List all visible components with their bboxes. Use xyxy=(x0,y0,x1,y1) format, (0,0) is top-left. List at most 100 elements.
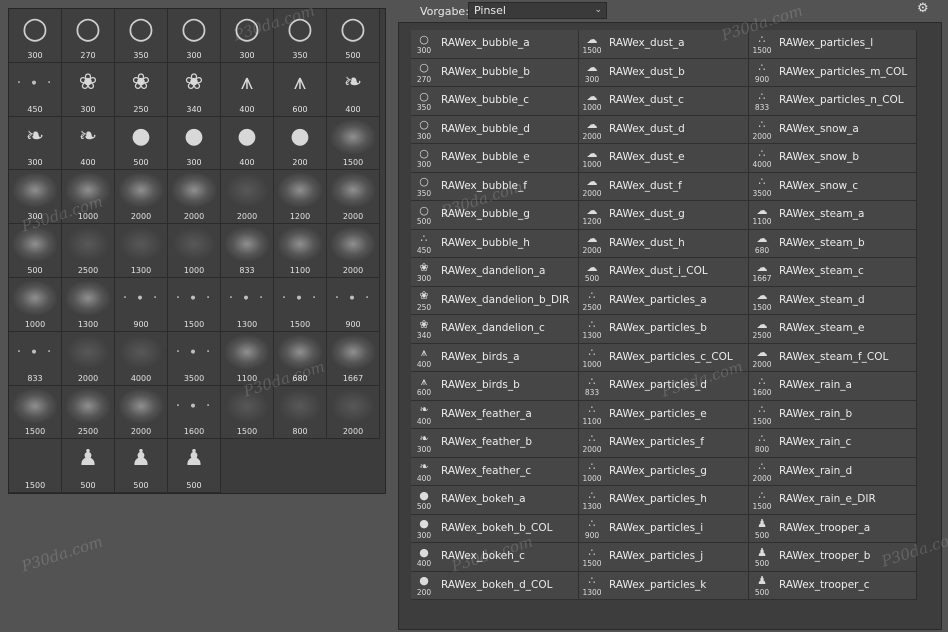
brush-list-item[interactable]: ∴ 833 RAWex_particles_n_COL xyxy=(749,87,917,116)
brush-thumbnail[interactable]: 833 xyxy=(221,224,274,278)
brush-list-item[interactable]: ❧ 400 RAWex_feather_c xyxy=(411,457,579,486)
brush-thumbnail[interactable]: 1100 xyxy=(221,331,274,386)
brush-thumbnail[interactable]: 300 xyxy=(9,170,62,225)
brush-thumbnail[interactable]: ○ 300 xyxy=(221,9,274,63)
brush-list-item[interactable]: ○ 350 RAWex_bubble_c xyxy=(411,87,579,116)
brush-list-item[interactable]: ∴ 2000 RAWex_snow_a xyxy=(749,115,917,144)
brush-thumbnail[interactable]: 1300 xyxy=(115,224,168,278)
brush-thumbnail[interactable]: 2000 xyxy=(115,170,168,225)
brush-list-item[interactable]: ❀ 250 RAWex_dandelion_b_DIR xyxy=(411,286,579,315)
brush-thumbnail[interactable]: 1200 xyxy=(274,170,327,225)
brush-thumbnail[interactable]: · ∙ · 450 xyxy=(9,62,62,117)
brush-thumbnail[interactable]: 1000 xyxy=(168,224,221,278)
brush-thumbnail[interactable]: ● 200 xyxy=(274,116,327,171)
brush-thumbnail[interactable]: ♟ 500 xyxy=(168,439,221,494)
brush-thumbnail[interactable]: 1000 xyxy=(9,277,62,332)
brush-list-item[interactable]: ∴ 1600 RAWex_rain_a xyxy=(749,372,917,401)
brush-thumbnail[interactable]: ❧ 400 xyxy=(327,62,380,117)
brush-thumbnail[interactable]: · ∙ · 833 xyxy=(9,331,62,386)
brush-thumbnail[interactable]: 4000 xyxy=(115,331,168,386)
preset-select[interactable]: Pinsel ⌄ xyxy=(468,2,607,19)
brush-list-item[interactable]: ☁ 1667 RAWex_steam_c xyxy=(749,258,917,287)
brush-list-item[interactable]: ∴ 833 RAWex_particles_d xyxy=(579,372,749,401)
gear-icon[interactable]: ⚙ xyxy=(917,1,929,16)
brush-list-item[interactable]: ☁ 1000 RAWex_dust_c xyxy=(579,87,749,116)
brush-list-item[interactable]: ○ 300 RAWex_bubble_d xyxy=(411,115,579,144)
brush-thumbnail[interactable]: 2500 xyxy=(62,224,115,278)
brush-thumbnail[interactable]: ❧ 400 xyxy=(62,116,115,171)
brush-thumbnail[interactable]: 1500 xyxy=(9,385,62,440)
brush-list-item[interactable]: ⩚ 400 RAWex_birds_a xyxy=(411,343,579,372)
brush-list-item[interactable]: ○ 500 RAWex_bubble_g xyxy=(411,201,579,230)
brush-list-item[interactable]: ♟ 500 RAWex_trooper_b xyxy=(749,543,917,572)
brush-list-item[interactable]: ∴ 1500 RAWex_rain_e_DIR xyxy=(749,486,917,515)
brush-thumbnail[interactable]: ● 300 xyxy=(168,116,221,171)
brush-thumbnail[interactable]: · ∙ · 1500 xyxy=(168,277,221,332)
brush-thumbnail[interactable]: 2000 xyxy=(221,170,274,225)
brush-thumbnail[interactable]: 2000 xyxy=(327,224,380,278)
brush-list-item[interactable]: ⩚ 600 RAWex_birds_b xyxy=(411,372,579,401)
brush-list-item[interactable]: ∴ 1000 RAWex_particles_g xyxy=(579,457,749,486)
brush-list-item[interactable]: ∴ 1300 RAWex_particles_k xyxy=(579,571,749,600)
brush-list-item[interactable]: ∴ 1100 RAWex_particles_e xyxy=(579,400,749,429)
brush-thumbnail[interactable]: 2000 xyxy=(168,170,221,225)
brush-thumbnail[interactable]: 800 xyxy=(274,385,327,440)
brush-list-item[interactable]: ∴ 1300 RAWex_particles_h xyxy=(579,486,749,515)
brush-thumbnail[interactable]: 2000 xyxy=(115,385,168,440)
brush-list-item[interactable]: ● 500 RAWex_bokeh_a xyxy=(411,486,579,515)
brush-thumbnail[interactable]: ♟ 500 xyxy=(115,439,168,494)
brush-thumbnail[interactable]: ❀ 300 xyxy=(62,62,115,117)
brush-thumbnail[interactable]: 1500 xyxy=(327,116,380,171)
brush-list-item[interactable]: ❧ 300 RAWex_feather_b xyxy=(411,429,579,458)
brush-list-item[interactable]: ∴ 2000 RAWex_rain_d xyxy=(749,457,917,486)
brush-list-item[interactable]: ♟ 500 RAWex_trooper_a xyxy=(749,514,917,543)
brush-thumbnail[interactable]: 2000 xyxy=(327,385,380,440)
brush-thumbnail[interactable]: · ∙ · 1600 xyxy=(168,385,221,440)
brush-thumbnail[interactable]: 680 xyxy=(274,331,327,386)
brush-list-item[interactable]: ❀ 300 RAWex_dandelion_a xyxy=(411,258,579,287)
brush-list-item[interactable]: ☁ 1000 RAWex_dust_e xyxy=(579,144,749,173)
brush-list-item[interactable]: ☁ 2000 RAWex_dust_h xyxy=(579,229,749,258)
brush-thumbnail[interactable]: · ∙ · 900 xyxy=(327,277,380,332)
brush-list-item[interactable]: ∴ 1500 RAWex_particles_l xyxy=(749,30,917,59)
brush-thumbnail[interactable]: 1100 xyxy=(274,224,327,278)
brush-list-item[interactable]: ∴ 3500 RAWex_snow_c xyxy=(749,172,917,201)
brush-list-item[interactable]: ∴ 450 RAWex_bubble_h xyxy=(411,229,579,258)
brush-list-item[interactable]: ● 300 RAWex_bokeh_b_COL xyxy=(411,514,579,543)
brush-list-item[interactable]: ● 400 RAWex_bokeh_c xyxy=(411,543,579,572)
brush-list-item[interactable]: ☁ 1500 RAWex_steam_d xyxy=(749,286,917,315)
brush-list-item[interactable]: ∴ 900 RAWex_particles_m_COL xyxy=(749,58,917,87)
brush-thumbnail[interactable]: ○ 270 xyxy=(62,9,115,63)
brush-thumbnail[interactable]: · ∙ · 1300 xyxy=(221,277,274,332)
brush-list-item[interactable]: ☁ 2000 RAWex_steam_f_COL xyxy=(749,343,917,372)
brush-list-item[interactable]: ∴ 1000 RAWex_particles_c_COL xyxy=(579,343,749,372)
brush-list-item[interactable]: ○ 270 RAWex_bubble_b xyxy=(411,58,579,87)
brush-thumbnail[interactable]: ♟ 500 xyxy=(62,439,115,494)
brush-list-item[interactable]: ♟ 500 RAWex_trooper_c xyxy=(749,571,917,600)
brush-thumbnail[interactable]: ○ 300 xyxy=(168,9,221,63)
brush-list-item[interactable]: ∴ 1500 RAWex_particles_j xyxy=(579,543,749,572)
brush-list-item[interactable]: ∴ 2000 RAWex_particles_f xyxy=(579,429,749,458)
brush-thumbnail[interactable]: · ∙ · 3500 xyxy=(168,331,221,386)
brush-list-item[interactable]: ∴ 800 RAWex_rain_c xyxy=(749,429,917,458)
brush-thumbnail[interactable]: · ∙ · 1500 xyxy=(274,277,327,332)
brush-list-item[interactable]: ☁ 1100 RAWex_steam_a xyxy=(749,201,917,230)
brush-list-item[interactable]: ☁ 2000 RAWex_dust_d xyxy=(579,115,749,144)
brush-thumbnail[interactable]: 2000 xyxy=(62,331,115,386)
brush-thumbnail[interactable]: 2500 xyxy=(62,385,115,440)
brush-thumbnail[interactable]: 1667 xyxy=(327,331,380,386)
brush-list-item[interactable]: ○ 350 RAWex_bubble_f xyxy=(411,172,579,201)
brush-list-item[interactable]: ☁ 2000 RAWex_dust_f xyxy=(579,172,749,201)
brush-list-item[interactable]: ☁ 2500 RAWex_steam_e xyxy=(749,315,917,344)
brush-list-item[interactable]: ☁ 680 RAWex_steam_b xyxy=(749,229,917,258)
brush-thumbnail[interactable]: ❀ 250 xyxy=(115,62,168,117)
brush-thumbnail[interactable]: ● 400 xyxy=(221,116,274,171)
brush-list-item[interactable]: ∴ 900 RAWex_particles_i xyxy=(579,514,749,543)
brush-thumbnail[interactable]: ❧ 300 xyxy=(9,116,62,171)
brush-list-item[interactable]: ∴ 1500 RAWex_rain_b xyxy=(749,400,917,429)
brush-thumbnail[interactable]: 1000 xyxy=(62,170,115,225)
brush-list-item[interactable]: ∴ 1300 RAWex_particles_b xyxy=(579,315,749,344)
brush-thumbnail[interactable]: ○ 350 xyxy=(274,9,327,63)
brush-list-item[interactable]: ∴ 2500 RAWex_particles_a xyxy=(579,286,749,315)
brush-thumbnail[interactable]: · ∙ · 900 xyxy=(115,277,168,332)
